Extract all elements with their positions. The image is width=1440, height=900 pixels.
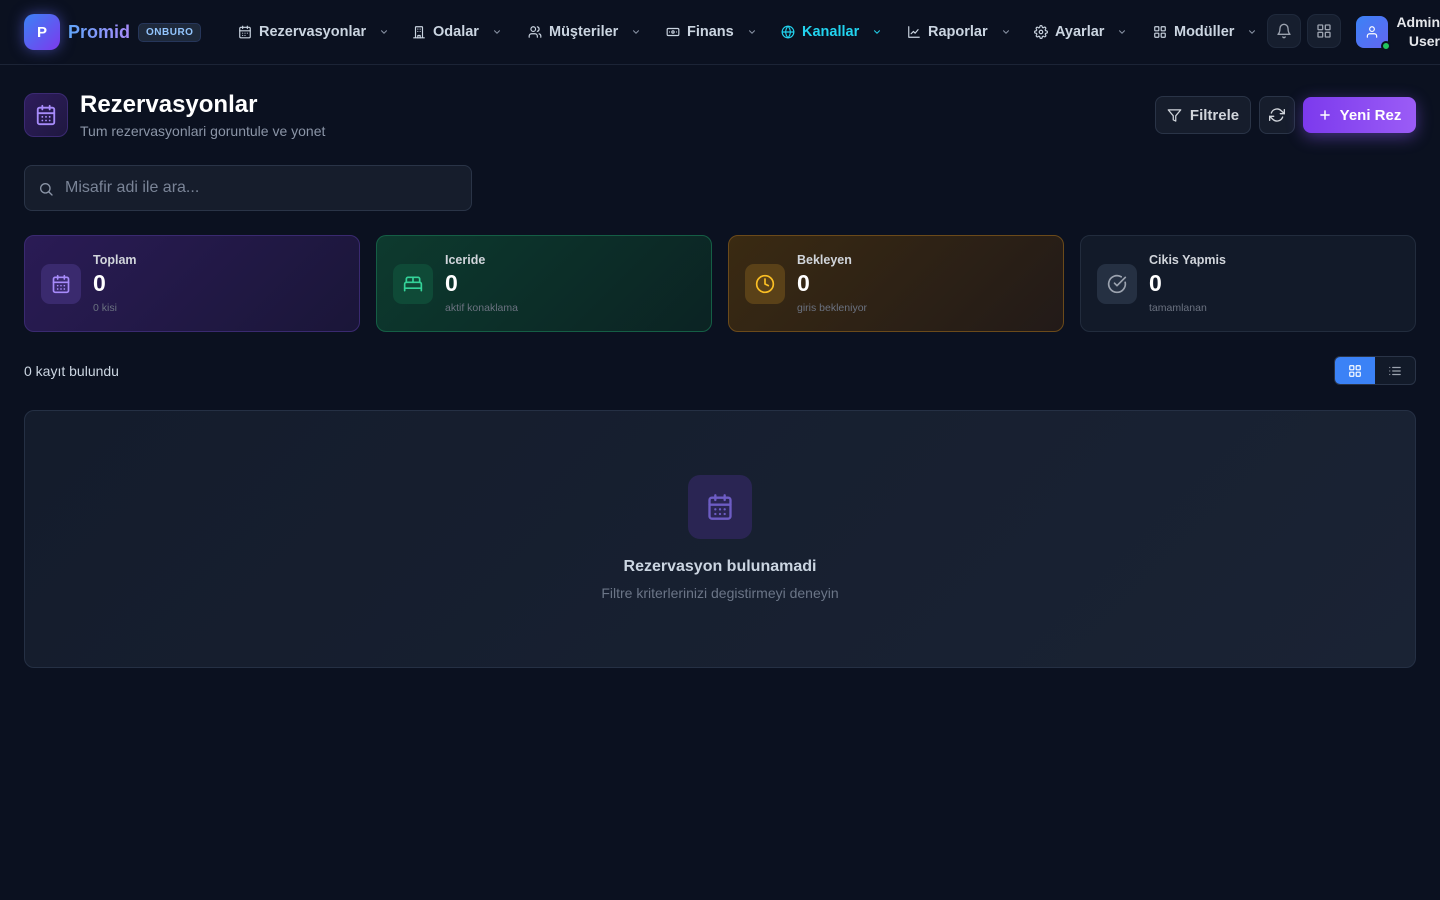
bed-icon — [393, 264, 433, 304]
chevron-down-icon — [1001, 27, 1011, 37]
chart-icon — [907, 25, 921, 39]
nav-item-label: Rezervasyonlar — [259, 24, 367, 40]
nav-item-finans[interactable]: Finans — [666, 20, 757, 44]
grid-view-button[interactable] — [1335, 357, 1375, 384]
user-icon — [1365, 25, 1379, 39]
empty-state-panel: Rezervasyon bulunamadi Filtre kriterleri… — [24, 410, 1416, 668]
stat-label: Cikis Yapmis — [1149, 253, 1226, 267]
top-navigation-bar: P Promid ONBURO Rezervasyonlar Odalar Mü… — [0, 0, 1440, 65]
plus-icon — [1318, 108, 1332, 122]
brand[interactable]: P Promid ONBURO — [24, 14, 202, 50]
filter-icon — [1167, 108, 1182, 123]
chevron-down-icon — [1247, 27, 1257, 37]
stat-card-checked-out[interactable]: Cikis Yapmis 0 tamamlanan — [1080, 235, 1416, 332]
refresh-button[interactable] — [1259, 96, 1295, 134]
stat-card-inside[interactable]: Iceride 0 aktif konaklama — [376, 235, 712, 332]
brand-logo: P — [24, 14, 60, 50]
nav-item-raporlar[interactable]: Raporlar — [907, 20, 1011, 44]
nav-item-label: Müşteriler — [549, 24, 619, 40]
filter-button[interactable]: Filtrele — [1155, 96, 1251, 134]
calendar-icon — [688, 475, 752, 539]
stat-label: Toplam — [93, 253, 137, 267]
chevron-down-icon — [747, 27, 757, 37]
stat-value: 0 — [1149, 270, 1162, 296]
nav-item-label: Odalar — [433, 24, 479, 40]
brand-badge: ONBURO — [138, 22, 202, 42]
stat-value: 0 — [93, 270, 106, 296]
nav-item-ayarlar[interactable]: Ayarlar — [1034, 20, 1127, 44]
empty-state-subtitle: Filtre kriterlerinizi degistirmeyi deney… — [601, 585, 839, 601]
refresh-icon — [1269, 107, 1285, 123]
nav-item-label: Finans — [687, 24, 734, 40]
stat-label: Iceride — [445, 253, 486, 267]
chevron-down-icon — [492, 27, 502, 37]
nav-item-kanallar[interactable]: Kanallar — [781, 20, 882, 44]
stat-subtext: giris bekleniyor — [797, 302, 868, 314]
list-icon — [1388, 364, 1402, 378]
online-status-dot — [1381, 41, 1391, 51]
nav-item-label: Ayarlar — [1055, 24, 1105, 40]
money-icon — [666, 25, 680, 39]
clock-icon — [745, 264, 785, 304]
stat-card-pending[interactable]: Bekleyen 0 giris bekleniyor — [728, 235, 1064, 332]
nav-item-musteriler[interactable]: Müşteriler — [528, 20, 641, 44]
check-circle-icon — [1097, 264, 1137, 304]
stat-value: 0 — [797, 270, 810, 296]
chevron-down-icon — [379, 27, 389, 37]
nav-item-rezervasyonlar[interactable]: Rezervasyonlar — [238, 20, 389, 44]
stat-subtext: 0 kisi — [93, 302, 117, 314]
grid-icon — [1348, 364, 1362, 378]
brand-name: Promid — [68, 21, 131, 42]
search-box — [24, 165, 472, 211]
chevron-down-icon — [1117, 27, 1127, 37]
stat-value: 0 — [445, 270, 458, 296]
nav-item-odalar[interactable]: Odalar — [412, 20, 502, 44]
user-name-line1: Admin — [1396, 14, 1440, 30]
nav-item-moduller[interactable]: Modüller — [1153, 20, 1257, 44]
page-calendar-icon — [24, 93, 68, 137]
grid-icon — [1316, 23, 1332, 39]
apps-button[interactable] — [1307, 14, 1341, 48]
list-view-button[interactable] — [1375, 357, 1415, 384]
users-icon — [528, 25, 542, 39]
page-title: Rezervasyonlar — [80, 91, 258, 118]
view-mode-toggle — [1334, 356, 1416, 385]
nav-item-label: Kanallar — [802, 24, 860, 40]
stat-subtext: aktif konaklama — [445, 302, 518, 314]
page-subtitle: Tum rezervasyonlari goruntule ve yonet — [80, 123, 326, 139]
nav-item-label: Modüller — [1174, 24, 1235, 40]
grid-icon — [1153, 25, 1167, 39]
search-icon — [38, 181, 54, 197]
record-count: 0 kayıt bulundu — [24, 363, 119, 379]
user-name[interactable]: Admin User — [1396, 13, 1440, 51]
user-name-line2: User — [1408, 33, 1440, 49]
chevron-down-icon — [631, 27, 641, 37]
stat-card-total[interactable]: Toplam 0 0 kisi — [24, 235, 360, 332]
search-input[interactable] — [65, 166, 465, 210]
user-avatar[interactable] — [1356, 16, 1391, 51]
calendar-icon — [41, 264, 81, 304]
notifications-button[interactable] — [1267, 14, 1301, 48]
filter-button-label: Filtrele — [1189, 106, 1240, 124]
building-icon — [412, 25, 426, 39]
calendar-icon — [238, 25, 252, 39]
nav-item-label: Raporlar — [928, 24, 988, 40]
stat-subtext: tamamlanan — [1149, 302, 1207, 314]
gear-icon — [1034, 25, 1048, 39]
new-reservation-label: Yeni Rez — [1339, 106, 1402, 124]
globe-icon — [781, 25, 795, 39]
chevron-down-icon — [872, 27, 882, 37]
new-reservation-button[interactable]: Yeni Rez — [1303, 97, 1416, 133]
bell-icon — [1276, 23, 1292, 39]
empty-state-title: Rezervasyon bulunamadi — [623, 558, 817, 575]
stat-label: Bekleyen — [797, 253, 852, 267]
